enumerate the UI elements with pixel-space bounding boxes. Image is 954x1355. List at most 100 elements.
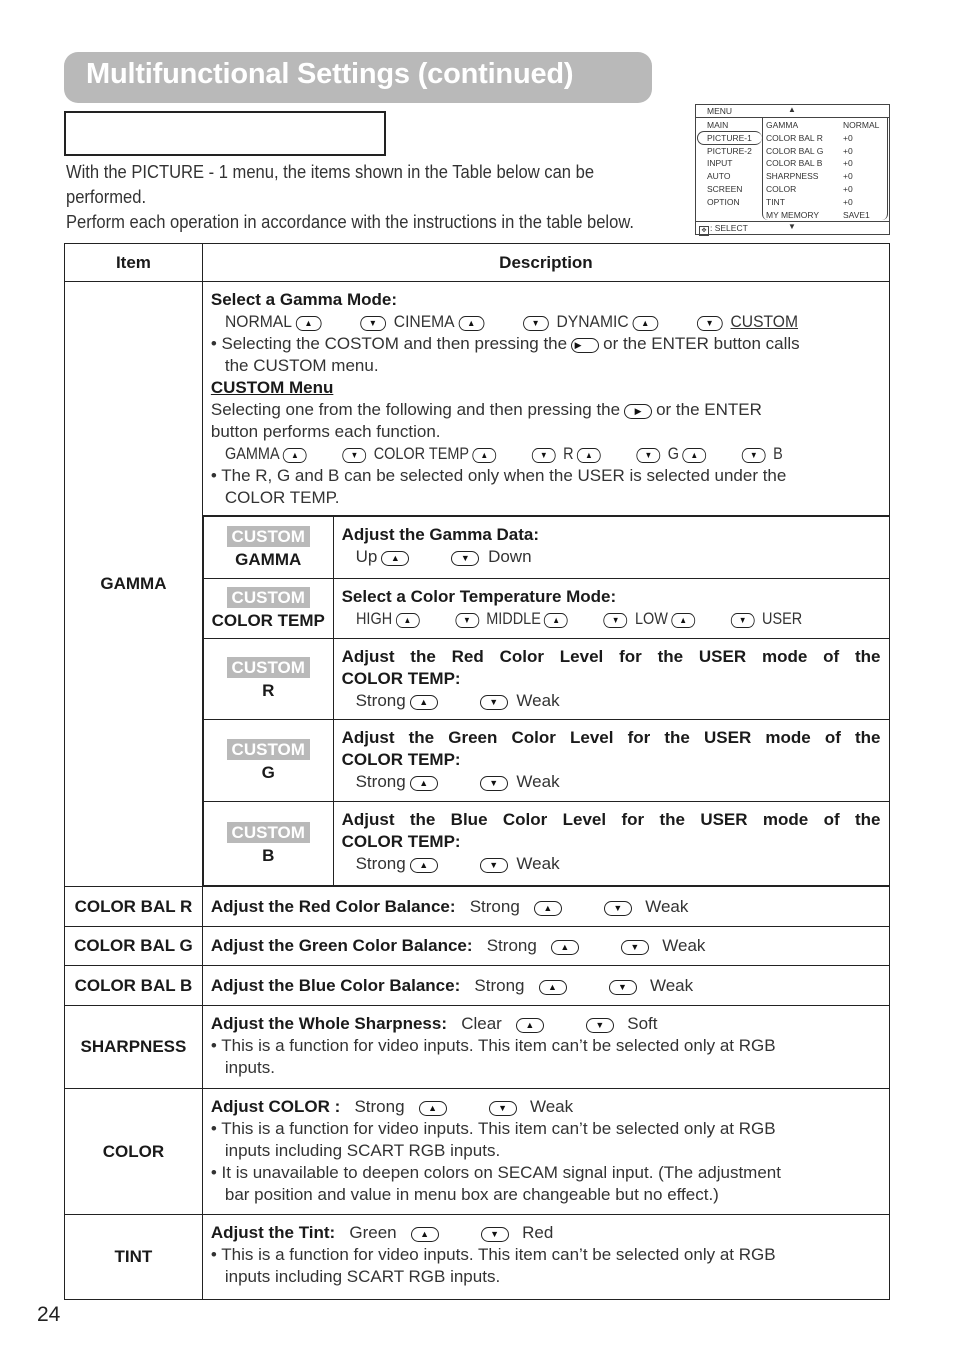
- page-number: 24: [37, 1303, 61, 1326]
- row-heading: Adjust the Green Color Balance:: [210, 936, 473, 955]
- menu-row: SHARPNESS +0: [766, 170, 879, 183]
- range-from: Clear: [461, 1014, 502, 1033]
- range-to: Weak: [645, 896, 689, 916]
- mode-label: NORMAL: [224, 312, 292, 331]
- menu-left-list: MAIN PICTURE-1 PICTURE-2 INPUT AUTO SCRE…: [707, 119, 752, 209]
- custom-text: Selecting one from the following and the…: [210, 400, 621, 419]
- menu-item-option: OPTION: [707, 196, 740, 207]
- intro-text: With the PICTURE - 1 menu, the items sho…: [66, 160, 636, 235]
- table-row-tint: TINT Adjust the Tint: Green ▲ ▼ Red • This…: [64, 1214, 891, 1300]
- menu-header-label: MENU: [707, 106, 733, 116]
- sub-row-g: CUSTOM G Adjust the Green Color Level for…: [202, 719, 890, 802]
- table-row-color-bal-b: COLOR BAL B Adjust the Blue Color Balanc…: [64, 965, 891, 1006]
- down-button-icon: ▼: [480, 1227, 509, 1242]
- sub-item-g: CUSTOM G: [202, 719, 334, 802]
- down-button-icon: ▼: [488, 1101, 517, 1116]
- desc-tint: Adjust the Tint: Green ▲ ▼ Red • This is a…: [201, 1214, 891, 1300]
- up-button-icon: ▲: [472, 448, 497, 463]
- menu-preview: MENU ▲ MAIN PICTURE-1 PICTURE-2 INPUT AU…: [695, 104, 890, 236]
- sub-row-b: CUSTOM B Adjust the Blue Color Level for …: [202, 801, 890, 886]
- item-color: COLOR: [64, 1088, 203, 1215]
- note-text: • Selecting the COSTOM and then pressing…: [210, 334, 568, 353]
- up-button-icon: ▲: [295, 316, 322, 331]
- up-button-icon: ▲: [682, 448, 707, 463]
- custom-badge: CUSTOM: [226, 738, 310, 760]
- desc-color-bal-b: Adjust the Blue Color Balance: Strong ▲ ▼ …: [201, 965, 891, 1006]
- sub-desc-color-temp: Select a Color Temperature Mode: HIGH ▲ ▼ …: [332, 578, 890, 639]
- sub-item-r: CUSTOM R: [202, 638, 334, 720]
- mode-label: LOW: [634, 609, 668, 628]
- range-to: Weak: [649, 975, 694, 995]
- custom-badge: CUSTOM: [226, 525, 310, 547]
- menu-row: COLOR BAL B +0: [766, 157, 879, 170]
- sub-item-label: B: [262, 845, 275, 865]
- sub-heading-cont: COLOR TEMP:: [341, 750, 461, 769]
- range-to: Weak: [516, 854, 560, 873]
- title-banner: Multifunctional Settings (continued): [64, 52, 652, 103]
- menu-item-main: MAIN: [707, 120, 729, 130]
- sub-row-r: CUSTOM R Adjust the Red Color Level for t…: [202, 638, 890, 720]
- intro-line: Perform each operation in accordance wit…: [66, 212, 634, 232]
- sub-desc-r: Adjust the Red Color Level for the USER …: [332, 638, 890, 720]
- sub-item-color-temp: CUSTOM COLOR TEMP: [202, 578, 334, 639]
- custom-badge: CUSTOM: [226, 821, 310, 843]
- up-button-icon: ▲: [533, 900, 562, 916]
- up-button-icon: ▲: [410, 1227, 439, 1242]
- mode-label: CINEMA: [393, 312, 455, 331]
- sub-heading: Adjust the Red Color Level for the USER …: [341, 647, 881, 666]
- sub-item-label: COLOR TEMP: [211, 610, 325, 630]
- col-header-description: Description: [201, 243, 891, 282]
- color-temp-sequence: HIGH ▲ ▼ MIDDLE ▲ ▼ LOW ▲ ▼ USER: [342, 608, 881, 630]
- custom-text: or the ENTER: [656, 400, 762, 419]
- row-heading: Adjust the Red Color Balance:: [210, 896, 456, 916]
- down-button-icon: ▼: [603, 900, 632, 916]
- down-button-icon: ▼: [730, 613, 755, 628]
- mode-label: HIGH: [355, 609, 392, 628]
- row-note: • This is a function for video inputs. T…: [210, 1119, 776, 1138]
- range-to: Weak: [516, 691, 560, 710]
- down-button-icon: ▼: [636, 448, 661, 463]
- sub-item-b: CUSTOM B: [202, 801, 334, 886]
- custom-item-label: R: [563, 444, 574, 463]
- menu-row-name: TINT: [766, 196, 785, 207]
- sub-desc-gamma: Adjust the Gamma Data: Up ▲ ▼ Down: [332, 516, 890, 579]
- menu-row-value: +0: [843, 145, 853, 156]
- item-gamma: GAMMA: [64, 281, 203, 887]
- gamma-mode-sequence: NORMAL ▲ ▼ CINEMA ▲ ▼ DYNAMIC ▲ ▼ CUSTOM: [211, 311, 881, 333]
- table-row-color-bal-g: COLOR BAL G Adjust the Green Color Balan…: [64, 926, 891, 966]
- sub-heading: Adjust the Gamma Data:: [341, 525, 540, 544]
- mode-label: USER: [761, 609, 802, 628]
- adjust-range: Strong ▲ ▼ Weak: [342, 853, 881, 875]
- menu-row-value: +0: [843, 196, 853, 207]
- intro-line: performed.: [66, 187, 147, 207]
- range-from: Strong: [355, 772, 406, 791]
- range-to: Weak: [662, 936, 706, 955]
- down-button-icon: ▼: [696, 316, 723, 331]
- range-from: Up: [355, 547, 378, 566]
- sub-heading: Select a Color Temperature Mode:: [341, 587, 617, 606]
- down-button-icon: ▼: [451, 551, 480, 566]
- menu-row: COLOR BAL G +0: [766, 145, 879, 158]
- custom-item-label: B: [772, 444, 783, 463]
- desc-sharpness: Adjust the Whole Sharpness: Clear ▲ ▼ Soft…: [201, 1005, 891, 1089]
- sub-desc-b: Adjust the Blue Color Level for the USER…: [332, 801, 890, 886]
- menu-row-name: COLOR BAL B: [766, 158, 823, 169]
- menu-row: MY MEMORY SAVE1: [766, 209, 879, 222]
- table-row-gamma: GAMMA Select a Gamma Mode: NORMAL ▲ ▼ CINE…: [64, 281, 891, 887]
- range-from: Strong: [355, 691, 406, 710]
- range-to: Weak: [529, 1097, 574, 1116]
- menu-right-list: GAMMA NORMAL COLOR BAL R +0 COLOR BAL G +0 …: [766, 119, 879, 221]
- menu-item-input: INPUT: [707, 158, 733, 169]
- row-heading: Adjust COLOR :: [210, 1097, 341, 1116]
- mode-label: DYNAMIC: [556, 312, 629, 331]
- down-button-icon: ▼: [585, 1018, 614, 1033]
- down-button-icon: ▼: [454, 613, 479, 628]
- menu-row: TINT +0: [766, 196, 879, 209]
- down-button-icon: ▼: [359, 316, 386, 331]
- intro-line: With the PICTURE - 1 menu, the items sho…: [66, 162, 595, 182]
- row-heading-line: Adjust COLOR : Strong ▲ ▼ Weak: [211, 1096, 881, 1118]
- menu-row-name: GAMMA: [766, 120, 799, 130]
- item-color-bal-r: COLOR BAL R: [64, 886, 203, 927]
- menu-row-name: MY MEMORY: [766, 209, 820, 220]
- range-from: Strong: [469, 896, 520, 916]
